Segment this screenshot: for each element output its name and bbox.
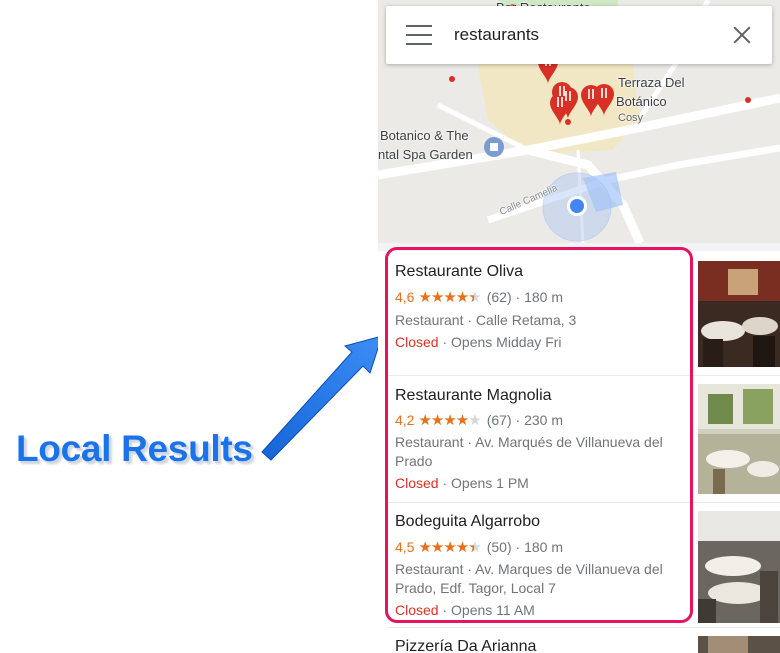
map-divider	[378, 243, 780, 251]
maps-panel: Bar Restaurante Terraza Del Botánico Cos…	[378, 0, 780, 653]
result-item-magnolia[interactable]: Restaurante Magnolia 4,2 ★★★★★ (67) · 23…	[378, 376, 780, 502]
restaurant-photo-icon	[698, 384, 780, 494]
result-rating-line: 4,2 ★★★★★ (67) · 230 m	[395, 411, 563, 429]
result-rating-line: 4,5 ★★★★★★ (50) · 180 m	[395, 538, 563, 556]
result-distance: · 180 m	[515, 289, 563, 305]
result-status: Closed · Opens 1 PM	[395, 475, 529, 491]
map-label-cosy: Cosy	[618, 112, 644, 124]
star-rating-icon: ★★★★★	[418, 412, 481, 429]
result-photo[interactable]	[698, 384, 780, 494]
star-rating-icon: ★★★★★★	[418, 289, 481, 306]
result-distance: · 180 m	[515, 539, 563, 555]
result-status: Closed · Opens 11 AM	[395, 602, 535, 618]
result-name: Pizzería Da Arianna	[395, 638, 537, 653]
opening-hours: · Opens Midday Fri	[438, 334, 562, 350]
result-address: Restaurant · Av. Marques de Villanueva d…	[395, 561, 663, 596]
search-bar	[386, 6, 772, 64]
search-input[interactable]	[454, 25, 730, 45]
result-name: Restaurante Magnolia	[395, 387, 552, 404]
opening-hours: · Opens 1 PM	[438, 475, 529, 491]
result-status: Closed · Opens Midday Fri	[395, 334, 562, 350]
result-reviews: (50)	[486, 539, 512, 555]
result-rating: 4,6	[395, 289, 415, 305]
result-item-oliva[interactable]: Restaurante Oliva 4,6 ★★★★★★ (62) · 180 …	[378, 251, 780, 375]
map-label-spa-garden: ntal Spa Garden	[378, 147, 473, 162]
result-item-algarrobo[interactable]: Bodeguita Algarrobo 4,5 ★★★★★★ (50) · 18…	[378, 503, 780, 627]
result-name: Restaurante Oliva	[395, 263, 524, 280]
result-reviews: (67)	[486, 412, 512, 428]
result-rating-line: 4,6 ★★★★★★ (62) · 180 m	[395, 288, 563, 306]
opening-hours: · Opens 11 AM	[438, 602, 535, 618]
map-label-terraza-line2: Botánico	[616, 94, 667, 109]
result-photo[interactable]	[698, 511, 780, 623]
closed-status: Closed	[395, 334, 439, 350]
result-distance: · 230 m	[515, 412, 563, 428]
closed-status: Closed	[395, 475, 439, 491]
result-name: Bodeguita Algarrobo	[395, 513, 540, 530]
result-reviews: (62)	[486, 289, 512, 305]
closed-status: Closed	[395, 602, 439, 618]
restaurant-photo-icon	[698, 511, 780, 623]
menu-icon[interactable]	[406, 25, 432, 45]
result-rating: 4,2	[395, 412, 415, 428]
result-item-next[interactable]: Pizzería Da Arianna	[378, 628, 780, 653]
result-address: Restaurant · Calle Retama, 3	[395, 312, 577, 328]
restaurant-photo-icon	[698, 261, 780, 367]
result-photo[interactable]	[698, 261, 780, 367]
map-label-terraza: Terraza Del	[618, 75, 685, 90]
annotation-label: Local Results	[16, 428, 253, 469]
map-view[interactable]: Bar Restaurante Terraza Del Botánico Cos…	[378, 0, 780, 243]
result-photo[interactable]	[698, 636, 780, 653]
star-rating-icon: ★★★★★★	[418, 539, 481, 556]
map-label-botanico: Botanico & The	[380, 128, 469, 143]
result-rating: 4,5	[395, 539, 415, 555]
restaurant-photo-icon	[698, 636, 780, 653]
close-icon[interactable]	[730, 23, 754, 47]
result-address: Restaurant · Av. Marqués de Villanueva d…	[395, 434, 663, 469]
